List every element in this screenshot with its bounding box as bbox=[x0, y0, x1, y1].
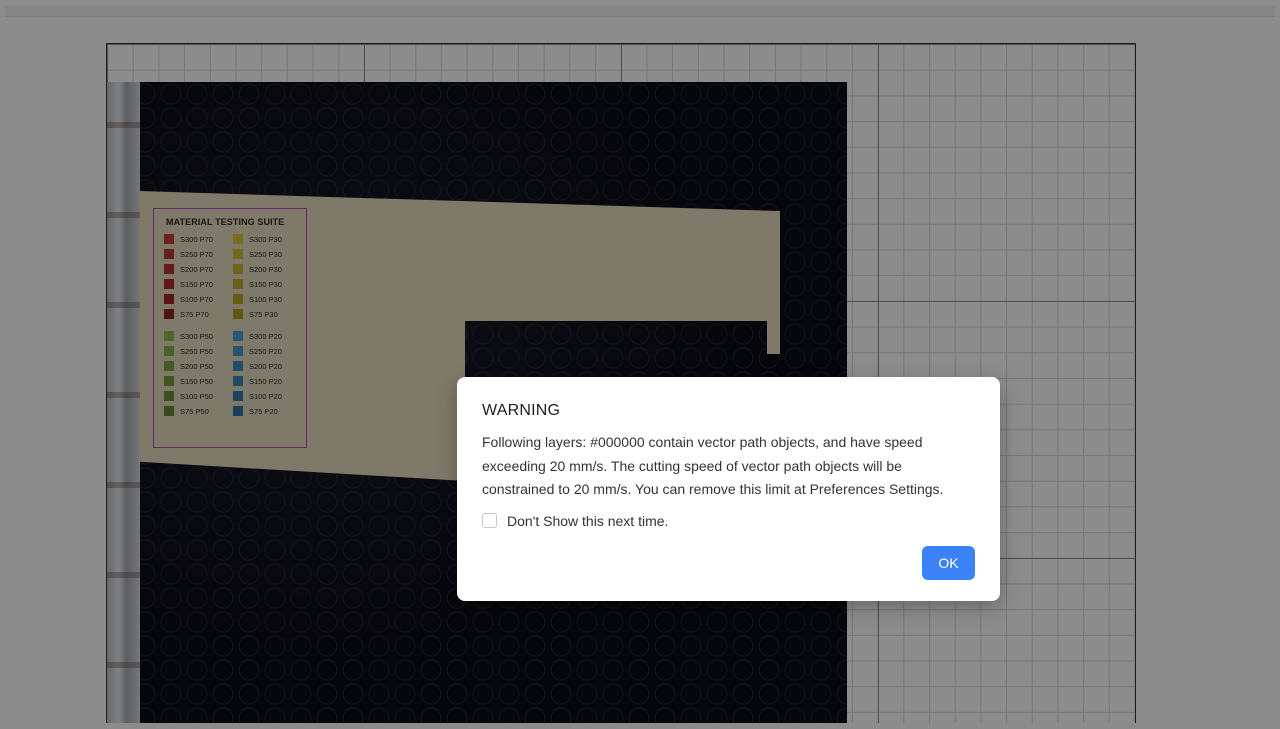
dialog-title: WARNING bbox=[482, 402, 561, 419]
dont-show-checkbox[interactable] bbox=[482, 513, 497, 528]
dont-show-label: Don't Show this next time. bbox=[507, 512, 669, 529]
dont-show-option[interactable]: Don't Show this next time. bbox=[482, 513, 975, 529]
modal-overlay[interactable] bbox=[0, 0, 1280, 729]
ok-button[interactable]: OK bbox=[922, 546, 975, 580]
warning-dialog: WARNING Following layers: #000000 contai… bbox=[457, 377, 1000, 601]
dialog-message: Following layers: #000000 contain vector… bbox=[482, 434, 944, 497]
